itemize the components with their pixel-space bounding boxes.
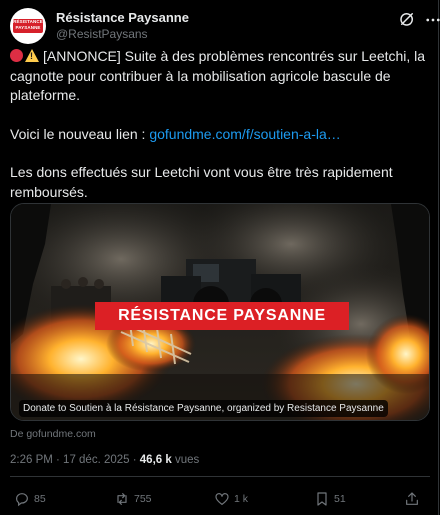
post-line-1: [ANNONCE] Suite à des problèmes rencontr…: [10, 48, 426, 103]
account-name[interactable]: Résistance Paysanne: [56, 10, 189, 25]
reply-icon: [16, 493, 28, 507]
like-count: 1 k: [234, 493, 249, 505]
post-line-3: Les dons effectués sur Leetchi vont vous…: [10, 164, 393, 200]
view-count: 46,6 k: [139, 454, 172, 466]
bookmark-button[interactable]: 51: [314, 488, 346, 510]
reply-count: 85: [34, 493, 46, 505]
share-icon: [406, 492, 418, 505]
link-card[interactable]: RÉSISTANCE PAYSANNE Donate to Soutien à …: [10, 203, 430, 421]
avatar[interactable]: RÉSISTANCE PAYSANNE: [10, 8, 46, 44]
bookmark-icon: [317, 492, 327, 506]
like-button[interactable]: 1 k: [214, 488, 248, 510]
link-prefix: Voici le nouveau lien :: [10, 125, 150, 142]
post-time[interactable]: 2:26 PM · 17 déc. 2025 ·: [10, 454, 140, 466]
card-caption: Donate to Soutien à la Résistance Paysan…: [19, 400, 388, 417]
reply-button[interactable]: 85: [14, 488, 46, 510]
post-meta: 2:26 PM · 17 déc. 2025 · 46,6 k vues: [10, 454, 199, 466]
repost-icon: [117, 493, 127, 505]
grok-icon[interactable]: [398, 10, 416, 28]
card-banner: RÉSISTANCE PAYSANNE: [95, 302, 349, 330]
post-header: RÉSISTANCE PAYSANNE Résistance Paysanne …: [10, 8, 440, 48]
post-link[interactable]: gofundme.com/f/soutien-a-la…: [149, 126, 340, 142]
card-source[interactable]: De gofundme.com: [10, 428, 96, 440]
like-icon: [215, 493, 229, 505]
share-button[interactable]: [404, 488, 420, 510]
repost-count: 755: [134, 493, 152, 505]
post-text: [ANNONCE] Suite à des problèmes rencontr…: [10, 47, 428, 202]
avatar-text-2: PAYSANNE: [15, 25, 41, 30]
repost-button[interactable]: 755: [114, 488, 152, 510]
account-handle[interactable]: @ResistPaysans: [56, 27, 148, 41]
more-icon[interactable]: [424, 11, 440, 29]
views-label: vues: [171, 454, 200, 466]
divider: [10, 476, 430, 477]
warning-icon: [25, 49, 39, 62]
action-bar: 85 755 1 k 51: [0, 488, 440, 510]
bookmark-count: 51: [334, 493, 346, 505]
avatar-badge: RÉSISTANCE PAYSANNE: [13, 19, 43, 33]
red-circle-icon: [10, 49, 23, 62]
